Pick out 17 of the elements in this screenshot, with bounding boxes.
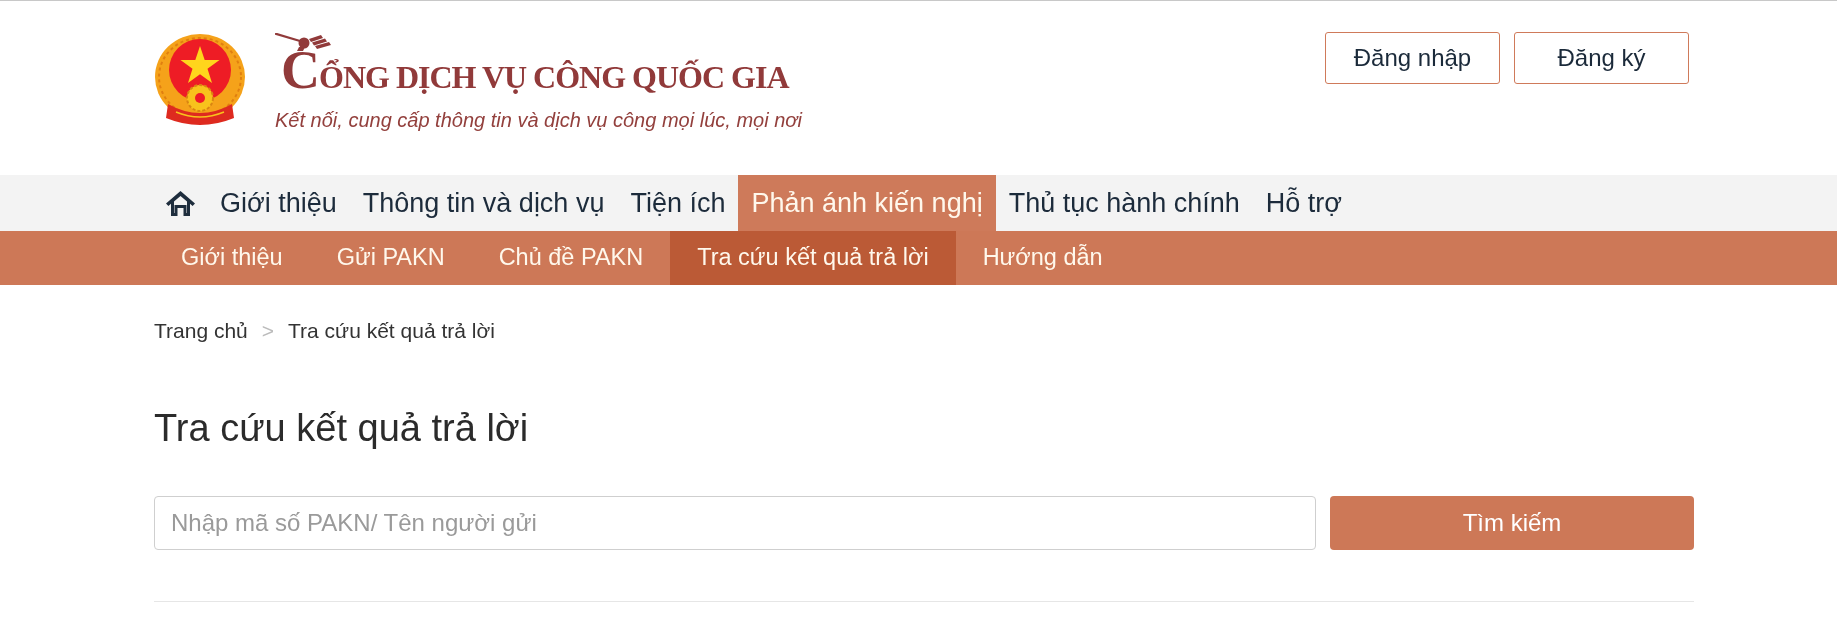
emblem-icon [154, 32, 246, 127]
site-title: CỔNG DỊCH VỤ CÔNG QUỐC GIA [281, 51, 791, 93]
site-tagline: Kết nối, cung cấp thông tin và dịch vụ công mọi lúc, mọi nơi [275, 108, 802, 132]
nav-menu-item[interactable]: Hỗ trợ [1252, 175, 1356, 231]
breadcrumb-separator: > [261, 318, 275, 344]
nav-menu-item[interactable]: Giới thiệu [207, 175, 350, 231]
nav-menu-item[interactable]: Thông tin và dịch vụ [349, 175, 618, 231]
search-field[interactable]: Nhập mã số PAKN/ Tên người gửi [154, 495, 1316, 550]
page-title: Tra cứu kết quả trả lời [154, 406, 530, 452]
nav-menu-item[interactable]: Tiện ích [617, 175, 739, 231]
login-button[interactable]: Đăng nhập [1325, 32, 1500, 84]
breadcrumb-current: Tra cứu kết quả trả lời [288, 318, 495, 344]
breadcrumb-link[interactable]: Trang chủ [154, 317, 248, 345]
nav-menu-item[interactable]: Thủ tục hành chính [995, 175, 1253, 231]
home-icon[interactable] [166, 190, 195, 216]
subnav-menu-item[interactable]: Tra cứu kết quả trả lời [670, 231, 956, 285]
register-button[interactable]: Đăng ký [1514, 32, 1689, 84]
